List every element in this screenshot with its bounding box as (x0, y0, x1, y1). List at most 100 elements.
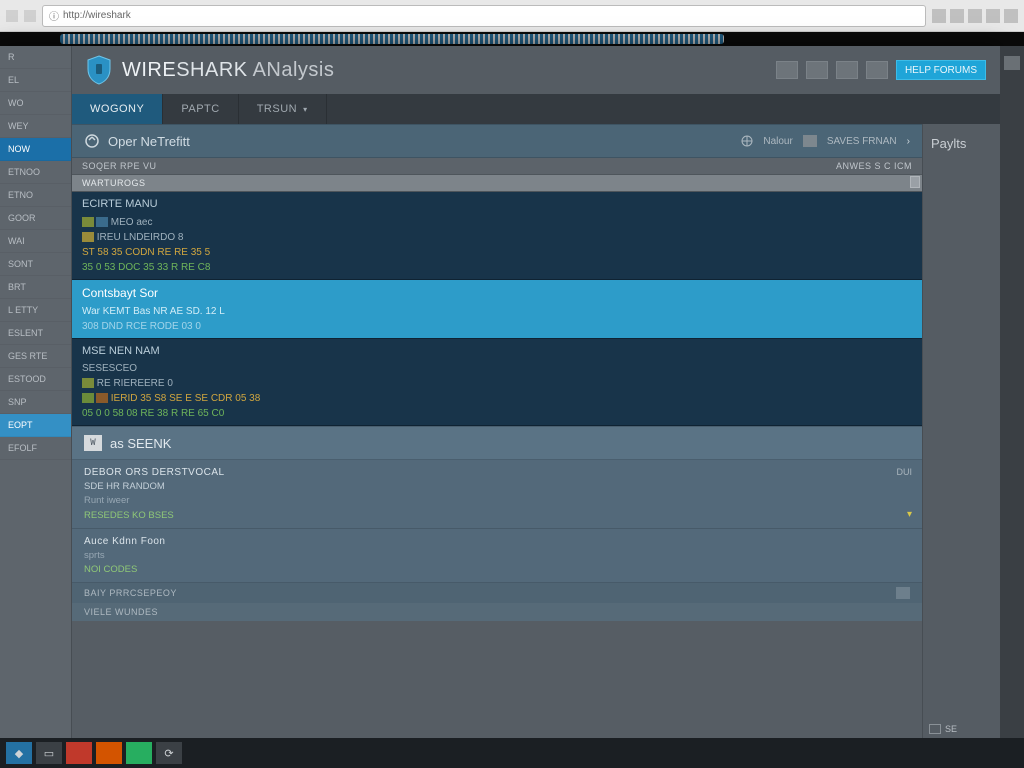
ext-icon[interactable] (950, 9, 964, 23)
cursor-icon: ▾ (907, 507, 912, 522)
sidebar-item[interactable]: ETNO (0, 184, 71, 207)
ext-icon[interactable] (986, 9, 1000, 23)
browser-extension-icons (932, 9, 1018, 23)
right-panel: Paylts SE (922, 124, 1000, 738)
url-decoration (60, 34, 724, 44)
seek-badge: W (84, 435, 102, 451)
app-window: R EL WO WEY NOW ETNOO ETNO GOOR WAI SONT… (0, 46, 1000, 738)
sidebar-item[interactable]: GOOR (0, 207, 71, 230)
browser-chrome: ⓘ http://wireshark (0, 0, 1024, 32)
ext-icon[interactable] (1004, 9, 1018, 23)
title-part: SHARK (176, 59, 247, 81)
taskbar-item[interactable] (66, 742, 92, 764)
box-icon (929, 724, 941, 734)
address-bar[interactable]: ⓘ http://wireshark (42, 5, 926, 27)
sidebar-item[interactable]: EL (0, 69, 71, 92)
sub-header: Oper NeTrefitt Nalour SAVES FRNAN › (72, 124, 922, 158)
detail-heading: Auce Kdnn Foon (84, 534, 910, 549)
help-button[interactable]: HELP FORUMS (896, 60, 986, 80)
sidebar-item[interactable]: R (0, 46, 71, 69)
sidebar: R EL WO WEY NOW ETNOO ETNO GOOR WAI SONT… (0, 46, 72, 738)
taskbar-item[interactable] (126, 742, 152, 764)
packet-pane-selected[interactable]: Contsbayt Sor War KEMT Bas NR AE SD. 12 … (72, 280, 922, 339)
proto-icons (82, 393, 108, 403)
sidebar-item[interactable]: GES RTE (0, 345, 71, 368)
hex-line: ST 58 35 CODN RE RE 35 5 (82, 245, 912, 260)
hex-line: 05 0 0 58 08 RE 38 R RE 65 C0 (82, 406, 912, 421)
browser-back-icon[interactable] (6, 10, 18, 22)
sidebar-item[interactable]: NOW (0, 138, 71, 161)
scroll-handle[interactable] (910, 176, 920, 188)
title-part: WIRE (122, 59, 176, 81)
tab-paptc[interactable]: PAPTC (163, 94, 238, 124)
info-row: SOQER RPE VU ANWES S C ICM (72, 158, 922, 175)
sidebar-item[interactable]: BRT (0, 276, 71, 299)
footer-row: BAIY PRRCSEPEOY (72, 583, 922, 603)
header-icon[interactable] (866, 61, 888, 79)
app-title: WIRESHARK ANalysis (122, 59, 334, 82)
packet-sub: 308 DND RCE RODE 03 0 (82, 319, 912, 334)
sidebar-item[interactable]: L ETTY (0, 299, 71, 322)
tab-wogony[interactable]: WOGONY (72, 94, 163, 124)
packet-pane[interactable]: MSE NEN NAM SESESCEO RE RIEREERE 0 IERID… (72, 339, 922, 427)
detail-pane[interactable]: Auce Kdnn Foon sprts NOI CODES (72, 529, 922, 584)
browser-fwd-icon[interactable] (24, 10, 36, 22)
header-icon[interactable] (836, 61, 858, 79)
sidebar-item[interactable]: ESTOOD (0, 368, 71, 391)
proto-icons (82, 217, 108, 227)
taskbar-item[interactable] (96, 742, 122, 764)
proto-icons (82, 378, 94, 388)
subheader-label[interactable]: Nalour (763, 136, 792, 147)
shield-icon (86, 55, 112, 85)
refresh-icon[interactable] (84, 133, 100, 149)
app-header: WIRESHARK ANalysis HELP FORUMS (72, 46, 1000, 94)
sidebar-item[interactable]: ESLENT (0, 322, 71, 345)
header-icon[interactable] (806, 61, 828, 79)
sidebar-item[interactable]: WAI (0, 230, 71, 253)
title-part: ANalysis (253, 59, 335, 81)
ext-icon[interactable] (932, 9, 946, 23)
hex-line: 35 0 53 DOC 35 33 R RE C8 (82, 260, 912, 275)
sidebar-item[interactable]: SNP (0, 391, 71, 414)
proto-icons (82, 232, 94, 242)
sidebar-item[interactable]: ETNOO (0, 161, 71, 184)
footer-row: VIELE WUNDES (72, 603, 922, 621)
screen-right-strip (1000, 46, 1024, 738)
taskbar-item[interactable]: ⟳ (156, 742, 182, 764)
header-icon[interactable] (776, 61, 798, 79)
right-panel-title: Paylts (923, 124, 1000, 163)
chevron-right-icon[interactable]: › (907, 136, 910, 147)
tab-trsun[interactable]: TRSUN▾ (239, 94, 327, 124)
sidebar-item[interactable]: SONT (0, 253, 71, 276)
footer-icon[interactable] (896, 587, 910, 599)
packet-title: MSE NEN NAM (82, 343, 912, 360)
lock-icon: ⓘ (49, 8, 59, 23)
globe-icon (741, 135, 753, 147)
chevron-down-icon: ▾ (303, 105, 308, 114)
detail-heading: DEBOR ORS DERSTVOCAL (84, 465, 910, 480)
packet-pane[interactable]: ECIRTE MANU MEO aec IREU LNDEIRDO 8 ST 5… (72, 192, 922, 280)
seek-header: W as SEENK (72, 426, 922, 460)
subheader-title: Oper NeTrefitt (108, 134, 190, 149)
content-area: WIRESHARK ANalysis HELP FORUMS WOGONY PA… (72, 46, 1000, 738)
sidebar-item[interactable]: WO (0, 92, 71, 115)
packet-title: ECIRTE MANU (82, 196, 912, 213)
strip-icon[interactable] (1004, 56, 1020, 70)
url-text: http://wireshark (63, 10, 131, 21)
subheader-label[interactable]: SAVES FRNAN (827, 136, 897, 147)
taskbar: ◆ ▭ ⟳ (0, 738, 1024, 768)
detail-pane[interactable]: DEBOR ORS DERSTVOCAL DUI SDE HR RANDOM R… (72, 460, 922, 529)
sidebar-item[interactable]: EOPT (0, 414, 71, 437)
sidebar-item[interactable]: WEY (0, 115, 71, 138)
packet-title: Contsbayt Sor (82, 284, 912, 302)
tab-bar: WOGONY PAPTC TRSUN▾ (72, 94, 1000, 124)
taskbar-item[interactable]: ▭ (36, 742, 62, 764)
taskbar-start[interactable]: ◆ (6, 742, 32, 764)
packet-sub: War KEMT Bas NR AE SD. 12 L (82, 304, 912, 319)
ext-icon[interactable] (968, 9, 982, 23)
right-panel-row[interactable]: SE (923, 720, 1000, 738)
header-actions: HELP FORUMS (776, 60, 986, 80)
sidebar-item[interactable]: EFOLF (0, 437, 71, 460)
info-row: WARTUROGS (72, 175, 922, 192)
seek-label: as SEENK (110, 436, 171, 451)
